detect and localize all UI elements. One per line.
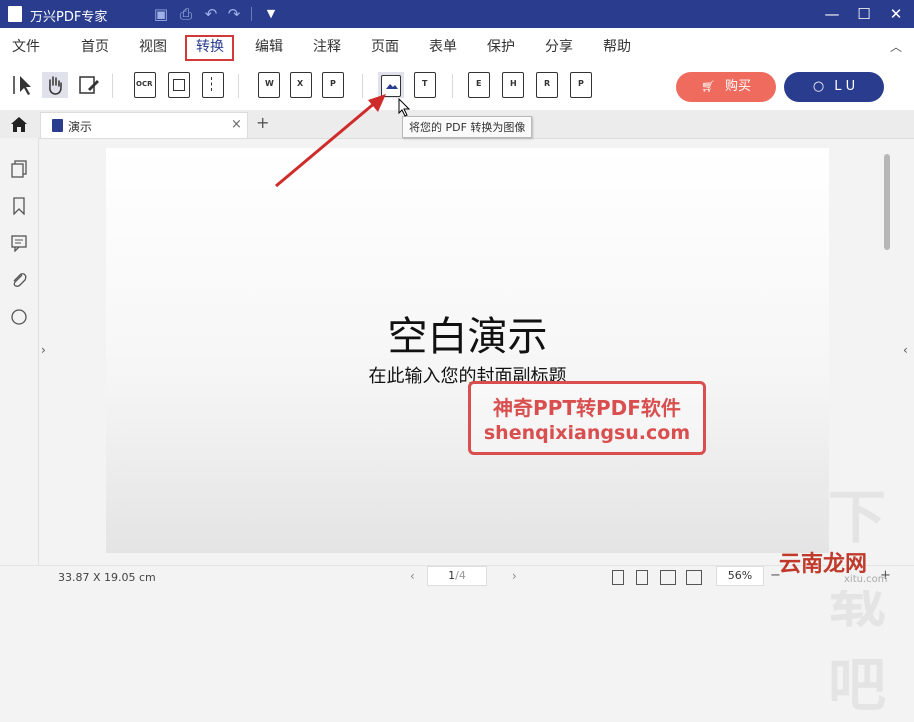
continuous-view-icon[interactable] (636, 570, 648, 585)
document-tab-title: 演示 (68, 120, 93, 134)
page-total: /4 (455, 569, 466, 582)
menu-page[interactable]: 页面 (371, 36, 399, 56)
bookmark-icon[interactable] (10, 197, 28, 216)
close-window-button[interactable]: ✕ (886, 4, 906, 24)
toolbar: OCR W X P T E H R P (0, 62, 914, 110)
background-watermark: 下载吧 (828, 483, 887, 719)
menu-edit[interactable]: 编辑 (255, 36, 283, 56)
menu-convert-highlight (185, 35, 234, 61)
menu-help[interactable]: 帮助 (603, 36, 631, 56)
user-icon: ○ (812, 79, 825, 94)
window-title: 万兴PDF专家 (30, 10, 108, 25)
menu-share[interactable]: 分享 (545, 36, 573, 56)
left-sidebar (0, 138, 39, 565)
attachment-icon[interactable] (10, 271, 28, 289)
toolbar-divider (452, 74, 453, 98)
prev-page-button[interactable]: ‹ (410, 569, 415, 583)
hand-tool-icon[interactable] (42, 72, 68, 98)
search-icon[interactable] (10, 308, 28, 326)
next-page-button[interactable]: › (512, 569, 517, 583)
expand-right-panel-icon[interactable]: ‹ (903, 343, 908, 357)
crop-page-icon[interactable] (168, 72, 190, 98)
to-pdfa-icon[interactable]: P (570, 72, 592, 98)
title-bar: 万兴PDF专家 ▣ ⎙ ↶ ↷ ▼ — ☐ ✕ (0, 0, 914, 28)
menu-form[interactable]: 表单 (429, 36, 457, 56)
to-image-tooltip: 将您的 PDF 转换为图像 (402, 116, 533, 138)
save-icon[interactable]: ▣ (152, 5, 170, 23)
menu-protect[interactable]: 保护 (487, 36, 515, 56)
annotation-arrow (275, 94, 386, 188)
to-html-icon[interactable]: H (502, 72, 524, 98)
zoom-level-input[interactable]: 56% (716, 566, 764, 586)
menu-annotate[interactable]: 注释 (313, 36, 341, 56)
site-logo-subtext: xitu.com (844, 574, 888, 585)
maximize-button[interactable]: ☐ (854, 4, 874, 24)
pdf-page: 空白演示 在此输入您的封面副标题 (106, 148, 829, 553)
two-page-view-icon[interactable] (660, 570, 676, 585)
buy-label: 购买 (724, 79, 751, 94)
menu-file[interactable]: 文件 (12, 36, 40, 56)
pdf-file-icon (52, 119, 63, 132)
select-cursor-icon[interactable] (10, 72, 36, 98)
home-icon[interactable] (9, 115, 29, 137)
app-logo-icon (8, 6, 22, 22)
document-tab[interactable]: 演示 × (40, 112, 248, 138)
ocr-icon[interactable]: OCR (134, 72, 156, 98)
minimize-button[interactable]: — (822, 4, 842, 24)
page-dimensions: 33.87 X 19.05 cm (58, 571, 156, 584)
menu-bar: 文件 首页 视图 转换 编辑 注释 页面 表单 保护 分享 帮助 ︿ (0, 28, 914, 62)
menu-view[interactable]: 视图 (139, 36, 167, 56)
single-page-view-icon[interactable] (612, 570, 624, 585)
to-rtf-icon[interactable]: R (536, 72, 558, 98)
watermark-title: 神奇PPT转PDF软件 (493, 396, 681, 420)
watermark-box: 神奇PPT转PDF软件 shenqixiangsu.com (468, 381, 706, 455)
thumbnails-icon[interactable] (10, 160, 28, 178)
expand-sidebar-icon[interactable]: › (41, 343, 46, 357)
mouse-cursor-icon (398, 98, 411, 117)
to-epub-icon[interactable]: E (468, 72, 490, 98)
divider (251, 7, 252, 21)
comment-icon[interactable] (10, 234, 28, 253)
quick-access-dropdown-icon[interactable]: ▼ (262, 5, 280, 23)
watermark-url: shenqixiangsu.com (483, 422, 691, 444)
cart-icon: 🛒︎ (701, 80, 715, 93)
undo-icon[interactable]: ↶ (202, 5, 220, 23)
toolbar-divider (112, 74, 113, 98)
vertical-scrollbar-thumb[interactable] (884, 154, 890, 250)
menu-home[interactable]: 首页 (81, 36, 109, 56)
toolbar-divider (238, 74, 239, 98)
print-icon[interactable]: ⎙ (177, 5, 195, 23)
edit-icon[interactable] (76, 72, 102, 98)
page-number-input[interactable]: 1/4 (427, 566, 487, 586)
to-text-icon[interactable]: T (414, 72, 436, 98)
redo-icon[interactable]: ↷ (225, 5, 243, 23)
buy-button[interactable]: 🛒︎ 购买 (676, 72, 776, 102)
compress-icon[interactable] (202, 72, 224, 98)
user-label: L U (834, 79, 856, 94)
collapse-ribbon-icon[interactable]: ︿ (890, 38, 902, 55)
slide-title: 空白演示 (387, 314, 548, 360)
close-tab-button[interactable]: × (231, 117, 242, 132)
two-page-continuous-icon[interactable] (686, 570, 702, 585)
user-account-button[interactable]: ○ L U (784, 72, 884, 102)
